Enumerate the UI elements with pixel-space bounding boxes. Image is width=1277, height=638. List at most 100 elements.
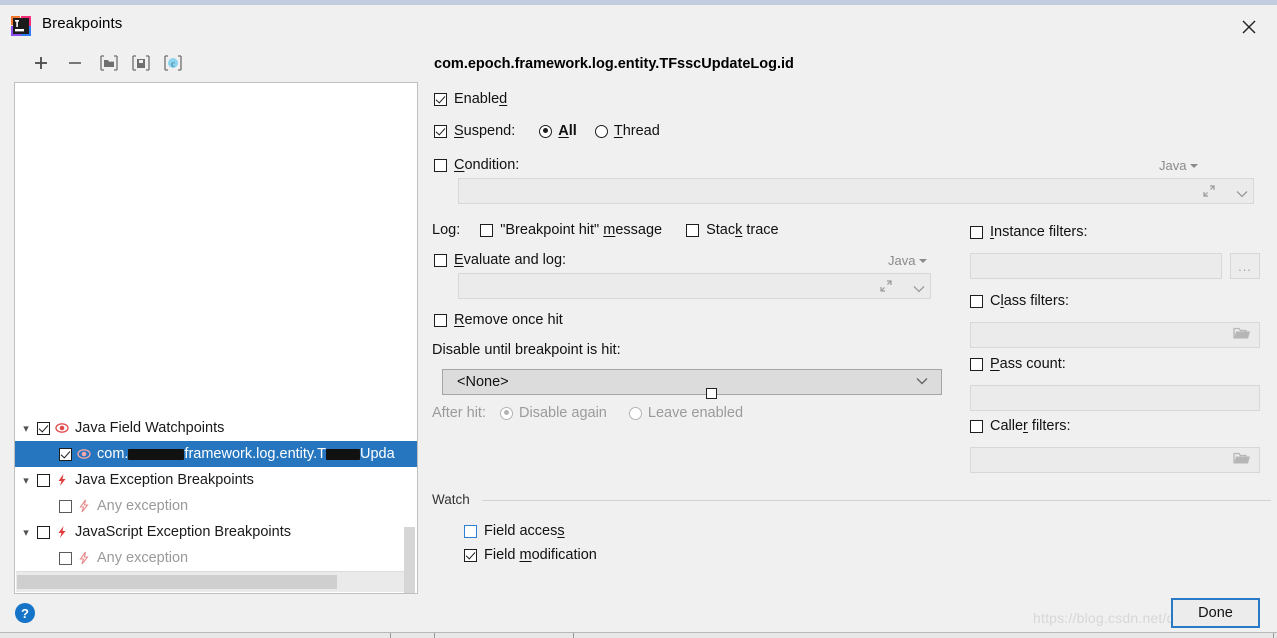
remove-once-hit-checkbox[interactable] — [434, 313, 447, 327]
after-hit-disable-again-label: Disable again — [519, 405, 607, 421]
class-filters-row[interactable]: Class filters: — [970, 293, 1069, 309]
condition-checkbox[interactable] — [434, 158, 447, 172]
tree-row-any-exception-javascript[interactable]: ▾ Any exception — [15, 545, 417, 571]
field-modification-row[interactable]: Field modification — [464, 547, 597, 563]
tree-row-label: JavaScript Exception Breakpoints — [75, 524, 291, 540]
tree-row-javascript-exception-breakpoints[interactable]: ▾ JavaScript Exception Breakpoints — [15, 519, 417, 545]
after-hit-disable-again-radio — [500, 406, 513, 420]
instance-filters-label: Instance filters: — [990, 224, 1088, 240]
suspend-thread-label: Thread — [613, 123, 660, 139]
watch-group-divider — [482, 500, 1271, 501]
instance-filters-row[interactable]: Instance filters: — [970, 224, 1088, 240]
suspend-checkbox[interactable] — [434, 124, 447, 138]
class-filters-label: Class filters: — [990, 293, 1069, 309]
save-to-group-icon[interactable] — [128, 50, 154, 76]
done-button[interactable]: Done — [1171, 598, 1260, 628]
field-access-checkbox[interactable] — [464, 524, 477, 538]
tree-row-checkbox[interactable] — [37, 421, 50, 435]
enabled-row[interactable]: Enabled — [434, 91, 507, 107]
add-breakpoint-button[interactable] — [28, 50, 54, 76]
condition-row[interactable]: Condition: — [434, 157, 519, 173]
evaluate-language-selector[interactable]: Java — [888, 253, 928, 268]
condition-language-label: Java — [1159, 158, 1187, 173]
jetbrains-intellij-icon — [10, 15, 32, 37]
ellipsis-icon: ... — [1238, 258, 1252, 274]
expand-editor-icon[interactable] — [879, 279, 893, 296]
breakpoint-hit-message-checkbox[interactable] — [480, 223, 494, 237]
disable-until-row: Disable until breakpoint is hit: — [432, 342, 621, 358]
instance-filters-input[interactable] — [970, 253, 1222, 279]
caller-filters-checkbox[interactable] — [970, 419, 983, 433]
pass-count-checkbox[interactable] — [970, 357, 983, 371]
tree-row-label-prefix: com. — [97, 446, 129, 462]
suspend-row[interactable]: Suspend: All Thread — [434, 123, 660, 139]
chevron-down-icon — [915, 374, 929, 390]
enabled-checkbox[interactable] — [434, 92, 447, 106]
chevron-down-icon[interactable]: ▾ — [15, 474, 37, 487]
breakpoints-toolbar: c — [14, 50, 414, 78]
tree-row-label-mid: framework.log.entity.T — [184, 446, 326, 462]
group-by-folder-icon[interactable] — [96, 50, 122, 76]
tree-row-java-field-watchpoints[interactable]: ▾ Java Field Watchpoints — [15, 415, 417, 441]
tree-row-checkbox[interactable] — [37, 473, 50, 487]
after-hit-leave-enabled-radio — [628, 406, 642, 420]
eye-icon — [55, 421, 71, 435]
breakpoints-dialog: Breakpoints c ▾ Java Field Watchpoints c… — [0, 0, 1277, 638]
suspend-all-label: All — [558, 123, 577, 139]
breakpoints-tree-panel[interactable]: ▾ Java Field Watchpoints ▾ — [14, 82, 418, 594]
tree-horizontal-scrollbar-thumb[interactable] — [17, 575, 337, 589]
evaluate-and-log-input[interactable] — [458, 273, 931, 299]
evaluate-history-chevron-icon[interactable] — [912, 281, 926, 297]
help-button[interactable]: ? — [15, 603, 35, 623]
folder-icon[interactable] — [1233, 327, 1251, 344]
enabled-label: Enabled — [454, 91, 508, 107]
after-hit-row: After hit: Disable again Leave enabled — [432, 405, 743, 421]
tree-horizontal-scrollbar-track[interactable] — [16, 571, 404, 592]
disable-until-combobox[interactable]: <None> — [442, 369, 942, 395]
class-filters-input[interactable] — [970, 322, 1260, 348]
field-access-row[interactable]: Field access — [464, 523, 565, 539]
instance-filters-checkbox[interactable] — [970, 225, 983, 239]
tree-row-label-suffix: Upda — [359, 446, 395, 462]
chevron-down-icon[interactable]: ▾ — [15, 526, 37, 539]
tree-indent-spacer: ▾ — [15, 552, 37, 565]
caller-filters-input[interactable] — [970, 447, 1260, 473]
edit-description-icon[interactable]: c — [160, 50, 186, 76]
tree-row-label: Java Exception Breakpoints — [75, 472, 254, 488]
tree-row-java-exception-breakpoints[interactable]: ▾ Java Exception Breakpoints — [15, 467, 417, 493]
pass-count-row[interactable]: Pass count: — [970, 356, 1066, 372]
suspend-all-radio[interactable] — [539, 124, 553, 138]
remove-once-hit-row[interactable]: Remove once hit — [434, 312, 563, 328]
stack-trace-checkbox[interactable] — [686, 223, 700, 237]
chevron-down-icon — [1190, 163, 1199, 168]
evaluate-and-log-checkbox[interactable] — [434, 253, 447, 267]
instance-filters-browse-button[interactable]: ... — [1230, 253, 1260, 279]
tree-vertical-scrollbar[interactable] — [404, 527, 415, 593]
suspend-thread-radio[interactable] — [594, 124, 608, 138]
tree-row-checkbox[interactable] — [37, 525, 50, 539]
condition-history-chevron-icon[interactable] — [1235, 186, 1249, 202]
condition-language-selector[interactable]: Java — [1159, 158, 1199, 173]
tree-row-checkbox[interactable] — [59, 551, 72, 565]
field-modification-checkbox[interactable] — [464, 548, 477, 562]
tree-row-checkbox[interactable] — [59, 447, 72, 461]
remove-once-hit-label: Remove once hit — [454, 312, 563, 328]
tree-row-checkbox[interactable] — [59, 499, 72, 513]
log-label: Log: — [432, 222, 461, 238]
close-icon[interactable] — [1239, 17, 1259, 37]
folder-icon[interactable] — [1233, 452, 1251, 469]
pass-count-input[interactable] — [970, 385, 1260, 411]
chevron-down-icon[interactable]: ▾ — [15, 422, 37, 435]
caller-filters-row[interactable]: Caller filters: — [970, 418, 1071, 434]
evaluate-and-log-row[interactable]: Evaluate and log: — [434, 252, 566, 268]
tree-row-any-exception-java[interactable]: ▾ Any exception — [15, 493, 417, 519]
eye-icon — [77, 447, 93, 461]
condition-label: Condition: — [454, 157, 520, 173]
expand-editor-icon[interactable] — [1202, 184, 1216, 201]
class-filters-checkbox[interactable] — [970, 294, 983, 308]
breakpoint-details-pane: com.epoch.framework.log.entity.TFsscUpda… — [432, 50, 1271, 598]
condition-input[interactable] — [458, 178, 1254, 204]
breakpoint-title: com.epoch.framework.log.entity.TFsscUpda… — [434, 56, 794, 72]
tree-row-selected-watchpoint[interactable]: ▾ com. framework.log.entity.T Upda — [15, 441, 417, 467]
remove-breakpoint-button[interactable] — [62, 50, 88, 76]
